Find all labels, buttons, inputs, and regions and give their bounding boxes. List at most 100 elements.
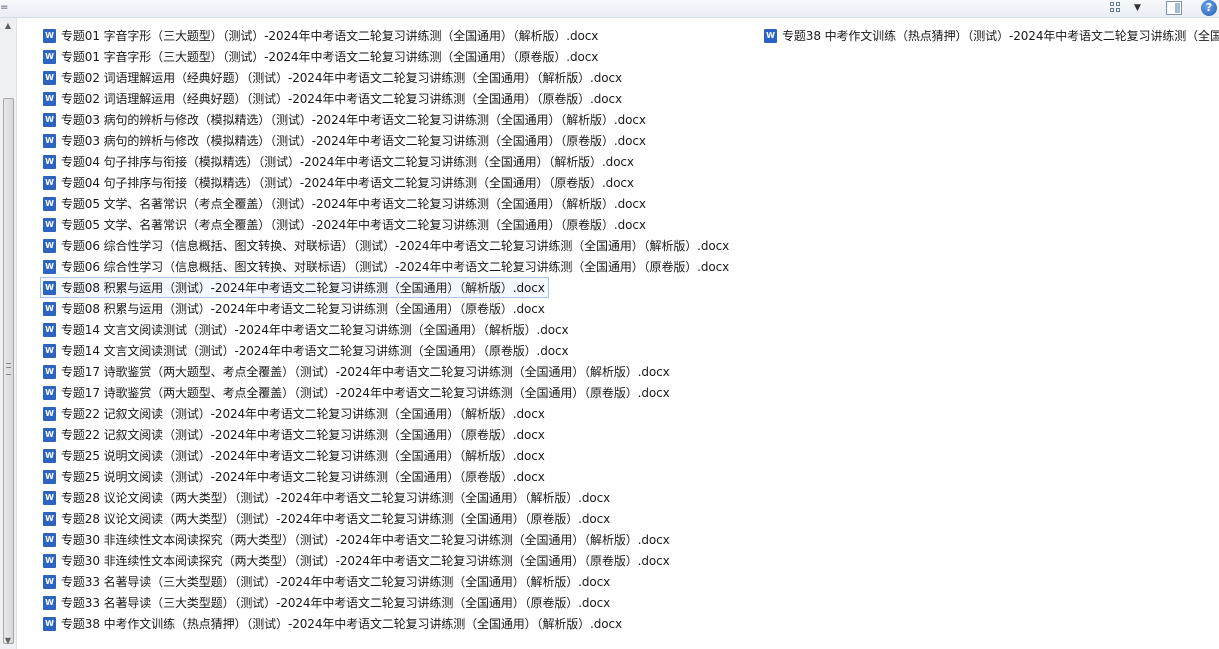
word-docx-icon [43,112,56,127]
file-name: 专题03 病句的辨析与修改（模拟精选）（测试）-2024年中考语文二轮复习讲练测… [61,134,646,148]
file-name: 专题01 字音字形（三大题型）（测试）-2024年中考语文二轮复习讲练测（全国通… [61,50,599,64]
file-name: 专题14 文言文阅读测试（测试）-2024年中考语文二轮复习讲练测（全国通用）（… [61,344,569,358]
file-item[interactable]: 专题17 诗歌鉴赏（两大题型、考点全覆盖）（测试）-2024年中考语文二轮复习讲… [40,382,760,403]
file-name: 专题25 说明文阅读（测试）-2024年中考语文二轮复习讲练测（全国通用）（原卷… [61,470,545,484]
word-docx-icon [43,133,56,148]
word-docx-icon [43,511,56,526]
file-item[interactable]: 专题02 词语理解运用（经典好题）（测试）-2024年中考语文二轮复习讲练测（全… [40,67,760,88]
vertical-scrollbar[interactable]: ▲ ▼ [0,18,17,649]
file-item[interactable]: 专题22 记叙文阅读（测试）-2024年中考语文二轮复习讲练测（全国通用）（原卷… [40,424,760,445]
file-name: 专题06 综合性学习（信息概括、图文转换、对联标语）（测试）-2024年中考语文… [61,260,730,274]
file-item[interactable]: 专题33 名著导读（三大类型题）（测试）-2024年中考语文二轮复习讲练测（全国… [40,592,760,613]
word-docx-icon [43,280,56,295]
file-item[interactable]: 专题25 说明文阅读（测试）-2024年中考语文二轮复习讲练测（全国通用）（原卷… [40,466,760,487]
file-list: 专题01 字音字形（三大题型）（测试）-2024年中考语文二轮复习讲练测（全国通… [18,18,1219,649]
file-name: 专题05 文学、名著常识（考点全覆盖）（测试）-2024年中考语文二轮复习讲练测… [61,218,646,232]
file-name: 专题28 议论文阅读（两大类型）（测试）-2024年中考语文二轮复习讲练测（全国… [61,512,611,526]
file-name: 专题14 文言文阅读测试（测试）-2024年中考语文二轮复习讲练测（全国通用）（… [61,323,569,337]
file-name: 专题02 词语理解运用（经典好题）（测试）-2024年中考语文二轮复习讲练测（全… [61,71,623,85]
file-item[interactable]: 专题06 综合性学习（信息概括、图文转换、对联标语）（测试）-2024年中考语文… [40,256,760,277]
file-item[interactable]: 专题08 积累与运用（测试）-2024年中考语文二轮复习讲练测（全国通用）（原卷… [40,298,760,319]
explorer-toolbar: = ▼ ? [0,0,1219,18]
scroll-down-icon[interactable]: ▼ [0,633,16,649]
word-docx-icon [43,259,56,274]
word-docx-icon [43,616,56,631]
file-item[interactable]: 专题03 病句的辨析与修改（模拟精选）（测试）-2024年中考语文二轮复习讲练测… [40,130,760,151]
word-docx-icon [43,448,56,463]
file-name: 专题30 非连续性文本阅读探究（两大类型）（测试）-2024年中考语文二轮复习讲… [61,533,670,547]
file-item[interactable]: 专题17 诗歌鉴赏（两大题型、考点全覆盖）（测试）-2024年中考语文二轮复习讲… [40,361,760,382]
file-item[interactable]: 专题05 文学、名著常识（考点全覆盖）（测试）-2024年中考语文二轮复习讲练测… [40,214,760,235]
file-item[interactable]: 专题06 综合性学习（信息概括、图文转换、对联标语）（测试）-2024年中考语文… [40,235,760,256]
word-docx-icon [43,364,56,379]
file-name: 专题01 字音字形（三大题型）（测试）-2024年中考语文二轮复习讲练测（全国通… [61,29,599,43]
word-docx-icon [43,385,56,400]
word-docx-icon [43,595,56,610]
toolbar-edge-glyph: = [0,2,9,13]
file-item[interactable]: 专题14 文言文阅读测试（测试）-2024年中考语文二轮复习讲练测（全国通用）（… [40,319,760,340]
file-item[interactable]: 专题01 字音字形（三大题型）（测试）-2024年中考语文二轮复习讲练测（全国通… [40,46,760,67]
file-name: 专题22 记叙文阅读（测试）-2024年中考语文二轮复习讲练测（全国通用）（原卷… [61,428,545,442]
word-docx-icon [43,574,56,589]
file-item[interactable]: 专题38 中考作文训练（热点猜押）（测试）-2024年中考语文二轮复习讲练测（全… [40,613,760,634]
word-docx-icon [43,238,56,253]
file-name: 专题33 名著导读（三大类型题）（测试）-2024年中考语文二轮复习讲练测（全国… [61,596,611,610]
file-item[interactable]: 专题02 词语理解运用（经典好题）（测试）-2024年中考语文二轮复习讲练测（全… [40,88,760,109]
file-item[interactable]: 专题04 句子排序与衔接（模拟精选）（测试）-2024年中考语文二轮复习讲练测（… [40,151,760,172]
file-name: 专题25 说明文阅读（测试）-2024年中考语文二轮复习讲练测（全国通用）（解析… [61,449,545,463]
file-item[interactable]: 专题01 字音字形（三大题型）（测试）-2024年中考语文二轮复习讲练测（全国通… [40,25,760,46]
word-docx-icon [43,217,56,232]
file-item[interactable]: 专题22 记叙文阅读（测试）-2024年中考语文二轮复习讲练测（全国通用）（解析… [40,403,760,424]
file-name: 专题38 中考作文训练（热点猜押）（测试）-2024年中考语文二轮复习讲练测（全… [782,29,1219,43]
word-docx-icon [43,91,56,106]
file-item[interactable]: 专题05 文学、名著常识（考点全覆盖）（测试）-2024年中考语文二轮复习讲练测… [40,193,760,214]
file-item[interactable]: 专题38 中考作文训练（热点猜押）（测试）-2024年中考语文二轮复习讲练测（全… [761,25,1219,46]
file-name: 专题06 综合性学习（信息概括、图文转换、对联标语）（测试）-2024年中考语文… [61,239,730,253]
file-name: 专题33 名著导读（三大类型题）（测试）-2024年中考语文二轮复习讲练测（全国… [61,575,611,589]
word-docx-icon [43,322,56,337]
scrollbar-grip-icon [6,363,11,375]
file-item[interactable]: 专题28 议论文阅读（两大类型）（测试）-2024年中考语文二轮复习讲练测（全国… [40,508,760,529]
file-name: 专题28 议论文阅读（两大类型）（测试）-2024年中考语文二轮复习讲练测（全国… [61,491,611,505]
file-item[interactable]: 专题03 病句的辨析与修改（模拟精选）（测试）-2024年中考语文二轮复习讲练测… [40,109,760,130]
file-item[interactable]: 专题08 积累与运用（测试）-2024年中考语文二轮复习讲练测（全国通用）（解析… [40,277,549,298]
word-docx-icon [43,70,56,85]
word-docx-icon [43,553,56,568]
file-name: 专题38 中考作文训练（热点猜押）（测试）-2024年中考语文二轮复习讲练测（全… [61,617,623,631]
file-name: 专题02 词语理解运用（经典好题）（测试）-2024年中考语文二轮复习讲练测（全… [61,92,623,106]
scroll-up-icon[interactable]: ▲ [0,18,16,34]
change-view-icon[interactable] [1110,2,1126,14]
preview-pane-icon[interactable] [1166,1,1182,15]
file-name: 专题04 句子排序与衔接（模拟精选）（测试）-2024年中考语文二轮复习讲练测（… [61,155,634,169]
word-docx-icon [43,301,56,316]
help-icon[interactable]: ? [1201,0,1217,16]
word-docx-icon [43,154,56,169]
file-item[interactable]: 专题30 非连续性文本阅读探究（两大类型）（测试）-2024年中考语文二轮复习讲… [40,550,760,571]
scrollbar-thumb[interactable] [3,98,14,644]
file-item[interactable]: 专题14 文言文阅读测试（测试）-2024年中考语文二轮复习讲练测（全国通用）（… [40,340,760,361]
word-docx-icon [43,427,56,442]
file-item[interactable]: 专题04 句子排序与衔接（模拟精选）（测试）-2024年中考语文二轮复习讲练测（… [40,172,760,193]
file-name: 专题17 诗歌鉴赏（两大题型、考点全覆盖）（测试）-2024年中考语文二轮复习讲… [61,386,670,400]
file-name: 专题03 病句的辨析与修改（模拟精选）（测试）-2024年中考语文二轮复习讲练测… [61,113,646,127]
file-name: 专题08 积累与运用（测试）-2024年中考语文二轮复习讲练测（全国通用）（解析… [61,281,545,295]
file-name: 专题04 句子排序与衔接（模拟精选）（测试）-2024年中考语文二轮复习讲练测（… [61,176,634,190]
word-docx-icon [43,532,56,547]
file-item[interactable]: 专题30 非连续性文本阅读探究（两大类型）（测试）-2024年中考语文二轮复习讲… [40,529,760,550]
file-item[interactable]: 专题25 说明文阅读（测试）-2024年中考语文二轮复习讲练测（全国通用）（解析… [40,445,760,466]
word-docx-icon [43,28,56,43]
view-options-chevron-down-icon[interactable]: ▼ [1134,0,1141,16]
file-name: 专题05 文学、名著常识（考点全覆盖）（测试）-2024年中考语文二轮复习讲练测… [61,197,646,211]
word-docx-icon [43,406,56,421]
file-name: 专题08 积累与运用（测试）-2024年中考语文二轮复习讲练测（全国通用）（原卷… [61,302,545,316]
file-item[interactable]: 专题33 名著导读（三大类型题）（测试）-2024年中考语文二轮复习讲练测（全国… [40,571,760,592]
word-docx-icon [764,28,777,43]
word-docx-icon [43,175,56,190]
file-name: 专题30 非连续性文本阅读探究（两大类型）（测试）-2024年中考语文二轮复习讲… [61,554,670,568]
word-docx-icon [43,196,56,211]
word-docx-icon [43,490,56,505]
file-item[interactable]: 专题28 议论文阅读（两大类型）（测试）-2024年中考语文二轮复习讲练测（全国… [40,487,760,508]
word-docx-icon [43,469,56,484]
file-name: 专题17 诗歌鉴赏（两大题型、考点全覆盖）（测试）-2024年中考语文二轮复习讲… [61,365,670,379]
file-column-1: 专题01 字音字形（三大题型）（测试）-2024年中考语文二轮复习讲练测（全国通… [40,25,760,634]
